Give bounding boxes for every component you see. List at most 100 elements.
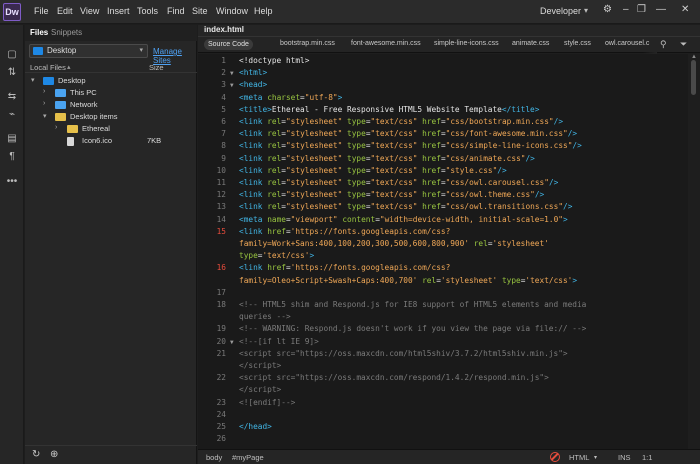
sync-settings-icon[interactable]: ⚙ xyxy=(603,4,612,15)
fold-icon[interactable]: ▼ xyxy=(230,339,234,346)
expand-icon[interactable]: › xyxy=(55,124,57,131)
code-tools-icon[interactable]: ⌁ xyxy=(6,109,18,120)
header-size[interactable]: Size xyxy=(149,63,164,72)
code-line[interactable]: 24 xyxy=(198,410,700,421)
related-file[interactable]: font-awesome.min.css xyxy=(351,40,421,47)
code-line[interactable]: 21 <script src="https://oss.maxcdn.com/h… xyxy=(198,349,700,360)
tree-item[interactable]: › This PC xyxy=(25,87,197,99)
expand-icon[interactable]: › xyxy=(43,100,45,107)
tag-selector-mypage[interactable]: #myPage xyxy=(232,453,264,462)
tab-files[interactable]: Files xyxy=(30,28,48,37)
scroll-thumb[interactable] xyxy=(691,60,696,95)
code-line[interactable]: 13 <link rel="stylesheet" type="text/css"… xyxy=(198,202,700,213)
minimize-icon[interactable]: – xyxy=(623,4,629,15)
expand-icon[interactable]: ▾ xyxy=(43,112,47,120)
code-line[interactable]: 1 <!doctype html> xyxy=(198,56,700,67)
code-text: <link rel="stylesheet" type="text/css" h… xyxy=(239,129,578,139)
code-line[interactable]: 11 <link rel="stylesheet" type="text/css"… xyxy=(198,178,700,189)
code-line[interactable]: </script> xyxy=(198,361,700,372)
site-select[interactable]: Desktop ▾ xyxy=(29,44,148,58)
menu-view[interactable]: View xyxy=(80,6,99,16)
tree-item[interactable]: › Network xyxy=(25,99,197,111)
menu-edit[interactable]: Edit xyxy=(57,6,73,16)
code-line[interactable]: 16 <link href='https://fonts.googleapis.c… xyxy=(198,263,700,274)
code-line[interactable]: 6 <link rel="stylesheet" type="text/css" … xyxy=(198,117,700,128)
menu-window[interactable]: Window xyxy=(216,6,248,16)
desktop-icon xyxy=(43,77,54,85)
menu-tools[interactable]: Tools xyxy=(137,6,158,16)
code-line[interactable]: 19 <!-- WARNING: Respond.js doesn't work … xyxy=(198,324,700,335)
expand-icon[interactable]: ▾ xyxy=(31,76,35,84)
code-line[interactable]: 4 <meta charset="utf-8"> xyxy=(198,93,700,104)
related-file[interactable]: animate.css xyxy=(512,40,549,47)
code-line[interactable]: queries --> xyxy=(198,312,700,323)
tab-snippets[interactable]: Snippets xyxy=(51,28,82,37)
menu-insert[interactable]: Insert xyxy=(107,6,130,16)
insert-mode[interactable]: INS xyxy=(618,453,631,462)
code-line[interactable]: 12 <link rel="stylesheet" type="text/css"… xyxy=(198,190,700,201)
header-local-files[interactable]: Local Files xyxy=(30,63,66,72)
code-line[interactable]: 20 ▼ <!--[if lt IE 9]> xyxy=(198,337,700,348)
code-line[interactable]: 22 <script src="https://oss.maxcdn.com/r… xyxy=(198,373,700,384)
code-line[interactable]: 25 </head> xyxy=(198,422,700,433)
related-file[interactable]: bootstrap.min.css xyxy=(280,40,335,47)
code-line[interactable]: 15 <link href='https://fonts.googleapis.c… xyxy=(198,227,700,238)
tree-item[interactable]: Icon6.ico 7KB xyxy=(25,135,197,147)
comment-icon[interactable]: ▤ xyxy=(6,133,18,144)
code-line[interactable]: 5 <title>Ethereal - Free Responsive HTML5… xyxy=(198,105,700,116)
code-line[interactable]: 23 <![endif]--> xyxy=(198,398,700,409)
filter-icon[interactable]: ⚲ xyxy=(660,39,667,50)
menu-find[interactable]: Find xyxy=(167,6,185,16)
code-line[interactable]: type='text/css'> xyxy=(198,251,700,262)
code-line[interactable]: 10 <link rel="stylesheet" type="text/css"… xyxy=(198,166,700,177)
code-line[interactable]: 14 <meta name="viewport" content="width=d… xyxy=(198,215,700,226)
file-management-icon[interactable]: ⇅ xyxy=(6,67,18,78)
transfer-icon[interactable]: ⇆ xyxy=(6,91,18,102)
menu-site[interactable]: Site xyxy=(192,6,208,16)
open-documents-icon[interactable]: ▢ xyxy=(6,49,18,60)
code-line[interactable]: 17 xyxy=(198,288,700,299)
code-area[interactable]: 1 <!doctype html> 2 ▼ <html> 3 ▼ <head> 4 <meta c… xyxy=(198,54,700,449)
code-line[interactable]: 18 <!-- HTML5 shim and Respond.js for IE8… xyxy=(198,300,700,311)
code-line[interactable]: family=Oleo+Script+Swash+Caps:400,700' r… xyxy=(198,276,700,287)
code-line[interactable]: </script> xyxy=(198,385,700,396)
scrollbar[interactable]: ▲ xyxy=(688,54,700,449)
code-line[interactable]: 3 ▼ <head> xyxy=(198,80,700,91)
folder-icon xyxy=(67,125,78,133)
menu-help[interactable]: Help xyxy=(254,6,273,16)
refresh-icon[interactable]: ↻ xyxy=(32,449,40,460)
sort-icon[interactable]: ▴ xyxy=(67,63,71,71)
source-code-button[interactable]: Source Code xyxy=(204,39,253,50)
code-line[interactable]: 7 <link rel="stylesheet" type="text/css" … xyxy=(198,129,700,140)
more-tools-icon[interactable]: ••• xyxy=(6,176,18,187)
related-file[interactable]: simple-line-icons.css xyxy=(434,40,499,47)
related-file[interactable]: owl.carousel.c xyxy=(605,40,649,47)
fold-icon[interactable]: ▼ xyxy=(230,82,234,89)
document-tab[interactable]: index.html xyxy=(204,25,244,34)
fold-icon[interactable]: ▼ xyxy=(230,70,234,77)
workspace-switcher[interactable]: Developer xyxy=(540,6,581,16)
tag-selector-body[interactable]: body xyxy=(206,453,222,462)
minimize-window-icon[interactable]: — xyxy=(656,4,666,15)
code-line[interactable]: family=Work+Sans:400,100,200,300,500,600… xyxy=(198,239,700,250)
close-icon[interactable]: ✕ xyxy=(681,4,689,15)
error-icon[interactable] xyxy=(550,452,560,462)
connect-icon[interactable]: ⊕ xyxy=(50,449,58,460)
format-icon[interactable]: ¶ xyxy=(6,151,18,162)
menu-file[interactable]: File xyxy=(34,6,49,16)
restore-icon[interactable]: ❐ xyxy=(637,4,646,15)
related-file[interactable]: style.css xyxy=(564,40,591,47)
code-line[interactable]: 2 ▼ <html> xyxy=(198,68,700,79)
funnel-icon[interactable]: ⏷ xyxy=(680,39,687,50)
tree-item[interactable]: › Ethereal xyxy=(25,123,197,135)
document-type[interactable]: HTML xyxy=(569,453,589,462)
code-line[interactable]: 8 <link rel="stylesheet" type="text/css" … xyxy=(198,141,700,152)
line-number: 12 xyxy=(216,190,226,200)
tree-item[interactable]: ▾ Desktop xyxy=(25,75,197,87)
tree-item[interactable]: ▾ Desktop items xyxy=(25,111,197,123)
code-line[interactable]: 9 <link rel="stylesheet" type="text/css" … xyxy=(198,154,700,165)
chevron-down-icon[interactable]: ▾ xyxy=(584,6,588,15)
code-line[interactable]: 26 xyxy=(198,434,700,445)
chevron-down-icon[interactable]: ▾ xyxy=(594,454,597,461)
expand-icon[interactable]: › xyxy=(43,88,45,95)
